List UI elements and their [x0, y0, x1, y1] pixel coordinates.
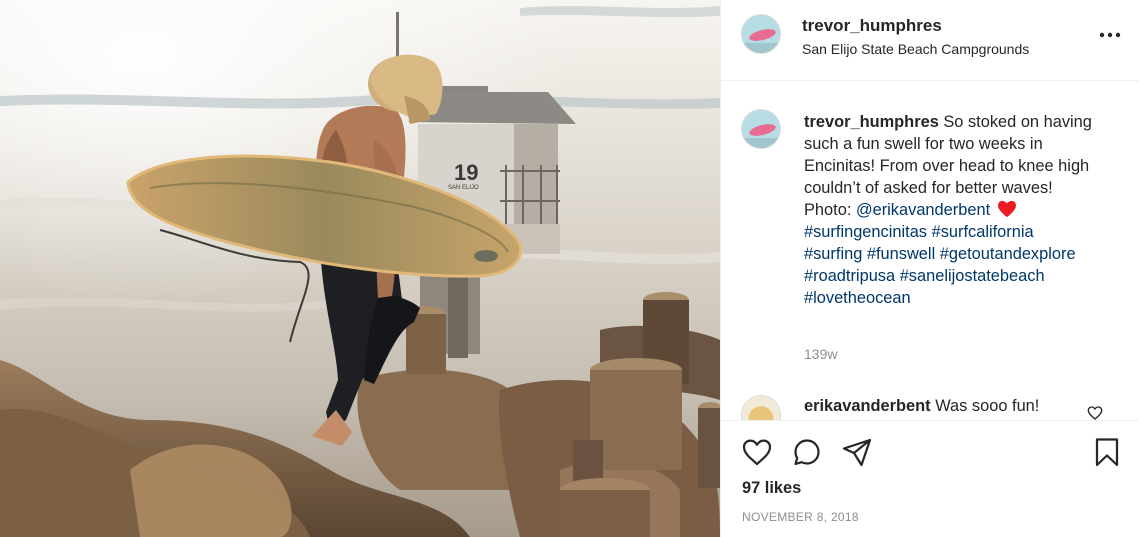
commenter-avatar[interactable]: [741, 395, 781, 420]
surfer-photo-illustration: 19 SAN ELIJO: [0, 0, 720, 537]
post-photo[interactable]: 19 SAN ELIJO: [0, 0, 720, 537]
hashtag[interactable]: #lovetheocean: [804, 289, 911, 307]
more-options-icon[interactable]: [1097, 20, 1123, 50]
comment-bubble-icon[interactable]: [791, 436, 823, 468]
post-header: trevor_humphres San Elijo State Beach Ca…: [721, 0, 1139, 81]
commenter-username[interactable]: erikavanderbent: [804, 397, 931, 415]
post-actions: 97 likes NOVEMBER 8, 2018: [721, 420, 1139, 537]
save-bookmark-icon[interactable]: [1091, 436, 1123, 468]
photo-credit-mention[interactable]: @erikavanderbent: [856, 201, 990, 219]
share-paper-plane-icon[interactable]: [841, 436, 873, 468]
hashtag[interactable]: #surfing: [804, 245, 862, 263]
hashtag[interactable]: #funswell: [867, 245, 935, 263]
comment-like-icon[interactable]: [1087, 405, 1103, 420]
hashtag[interactable]: #getoutandexplore: [940, 245, 1076, 263]
post-date[interactable]: NOVEMBER 8, 2018: [742, 510, 859, 524]
post-details-panel: trevor_humphres San Elijo State Beach Ca…: [720, 0, 1140, 537]
hashtag[interactable]: #roadtripusa: [804, 267, 895, 285]
caption-text: trevor_humphres So stoked on having such…: [804, 111, 1114, 309]
like-heart-icon[interactable]: [741, 436, 773, 468]
tower-sign: SAN ELIJO: [448, 185, 479, 191]
caption-username[interactable]: trevor_humphres: [804, 113, 939, 131]
comment-text: erikavanderbent Was sooo fun!: [804, 397, 1039, 416]
author-avatar[interactable]: [741, 14, 781, 54]
likes-count[interactable]: 97 likes: [742, 479, 801, 498]
tower-number: 19: [454, 160, 478, 185]
caption-timestamp[interactable]: 139w: [804, 346, 837, 362]
hashtag[interactable]: #sanelijostatebeach: [900, 267, 1045, 285]
hashtag[interactable]: #surfcalifornia: [932, 223, 1034, 241]
hashtag[interactable]: #surfingencinitas: [804, 223, 927, 241]
caption-avatar[interactable]: [741, 109, 781, 149]
comments-section: trevor_humphres So stoked on having such…: [721, 82, 1139, 420]
comment-body: Was sooo fun!: [930, 397, 1040, 415]
photo-credit-prefix: Photo:: [804, 201, 856, 219]
author-username[interactable]: trevor_humphres: [802, 16, 942, 36]
post-location[interactable]: San Elijo State Beach Campgrounds: [802, 41, 1029, 57]
red-heart-icon: [997, 200, 1016, 218]
comment-item: erikavanderbent Was sooo fun!: [721, 393, 1139, 420]
